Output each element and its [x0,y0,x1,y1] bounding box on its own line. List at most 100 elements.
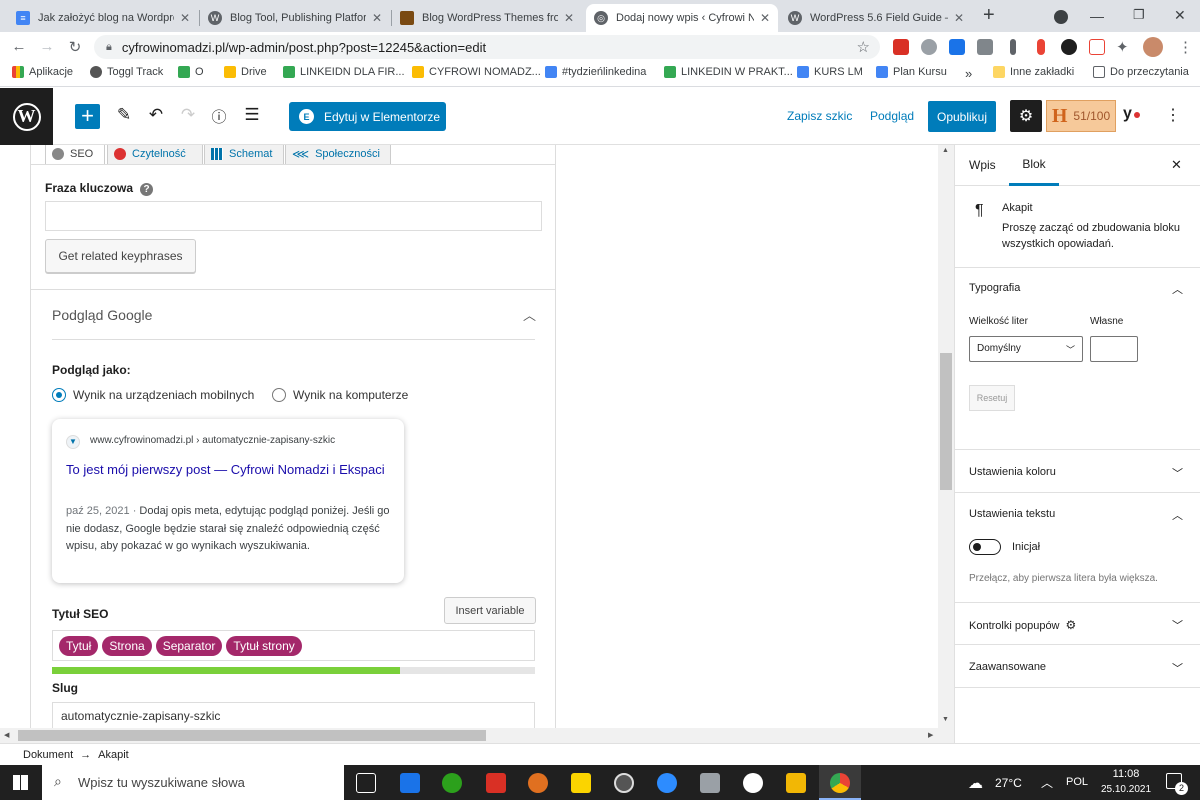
close-window-icon[interactable]: ✕ [1174,7,1186,24]
bookmark-item[interactable]: KURS LM [797,66,863,78]
chevron-down-icon[interactable]: ﹀ [1172,660,1183,676]
list-view-icon[interactable]: ☰ [240,105,264,125]
file-explorer-icon[interactable] [786,773,806,793]
help-icon[interactable]: ? [140,183,154,196]
close-sidebar-icon[interactable]: ✕ [1171,157,1182,173]
obs-icon[interactable] [614,773,634,793]
back-icon[interactable]: ← [10,38,28,55]
tab-post[interactable]: Wpis [969,158,996,172]
related-keyphrases-button[interactable]: Get related keyphrases [45,239,196,273]
edit-with-elementor-button[interactable]: E Edytuj w Elementorze [289,102,446,131]
browser-tab[interactable]: ≡ Jak założyć blog na Wordpress ✕ [8,4,198,32]
tab-seo[interactable]: SEO [45,145,105,165]
clock-date[interactable]: 25.10.2021 [1097,784,1155,795]
bookmark-item[interactable]: LINKEDIN W PRAKT... [664,66,793,78]
extension-icon[interactable] [977,39,993,55]
more-options-icon[interactable]: ⋮ [1165,105,1181,125]
browser-tab-active[interactable]: ◎ Dodaj nowy wpis ‹ Cyfrowi N ✕ [586,4,778,32]
breadcrumb-document[interactable]: Dokument [23,749,73,761]
title-variable-pill[interactable]: Tytuł [59,636,99,656]
taskbar-search[interactable]: ⌕ Wpisz tu wyszukiwane słowa [42,765,344,800]
yoast-icon[interactable]: y [1123,105,1140,123]
zoom-icon[interactable] [657,773,677,793]
language-indicator[interactable]: POL [1066,776,1088,788]
popup-controls-panel[interactable]: Kontrolki popupów ⚙ ﹀ [955,603,1200,645]
scroll-right-icon[interactable]: ▶ [928,731,933,739]
scrollbar-thumb[interactable] [18,730,486,741]
bookmark-item[interactable]: CYFROWI NOMADZ... [412,66,541,78]
clock-icon[interactable] [1061,39,1077,55]
editor-horizontal-scrollbar[interactable]: ◀ ▶ [0,728,954,743]
editor-vertical-scrollbar[interactable]: ▲ ▼ [938,145,954,728]
browser-tab[interactable]: Blog WordPress Themes from ✕ [392,4,582,32]
redo-icon[interactable]: ↷ [176,105,200,125]
chrome-taskbar-button[interactable] [819,765,861,800]
url-field[interactable]: 🔒︎ cyfrowinomadzi.pl/wp-admin/post.php?p… [94,35,880,59]
desktop-radio[interactable]: Wynik na komputerze [272,388,408,402]
browser-tab[interactable]: W Blog Tool, Publishing Platform ✕ [200,4,390,32]
scrollbar-thumb[interactable] [940,353,952,490]
windows-start-icon[interactable] [13,775,28,790]
chevron-up-icon[interactable]: ︿ [1172,281,1183,297]
title-variable-pill[interactable]: Tytuł strony [226,636,302,656]
reading-list[interactable]: Do przeczytania [1093,66,1189,78]
bookmark-item[interactable]: Plan Kursu [876,66,947,78]
extension-icon[interactable] [893,39,909,55]
add-block-button[interactable]: + [75,104,100,129]
bookmark-item[interactable]: LINKEIDN DLA FIR... [283,66,405,78]
insert-variable-button[interactable]: Insert variable [444,597,536,624]
extension-icon[interactable] [921,39,937,55]
tab-search-icon[interactable] [1054,10,1068,24]
acrobat-icon[interactable] [486,773,506,793]
close-tab-icon[interactable]: ✕ [564,11,574,25]
scroll-down-icon[interactable]: ▼ [942,716,949,723]
bookmark-item[interactable]: Toggl Track [90,66,163,78]
browser-menu-icon[interactable]: ⋮ [1178,38,1193,56]
clock-time[interactable]: 11:08 [1110,768,1142,780]
new-tab-button[interactable]: + [983,4,995,27]
chevron-down-icon[interactable]: ﹀ [1172,617,1183,633]
save-draft-button[interactable]: Zapisz szkic [787,109,852,123]
pencil-tools-icon[interactable]: ✎ [112,105,136,125]
seo-title-editor[interactable]: Tytuł Strona Separator Tytuł strony [52,630,535,661]
browser-tab[interactable]: W WordPress 5.6 Field Guide – M ✕ [780,4,972,32]
chevron-up-icon[interactable]: ︿ [1172,507,1183,523]
tab-social[interactable]: ⋘ Społeczności [285,145,391,165]
undo-icon[interactable]: ↶ [144,105,168,125]
color-settings-panel[interactable]: Ustawienia koloru ﹀ [955,450,1200,493]
preview-button[interactable]: Podgląd [870,109,914,123]
bookmark-star-icon[interactable]: ☆ [857,38,870,56]
notifications-icon[interactable]: 2 [1166,773,1188,795]
tray-chevron-icon[interactable]: ︿ [1041,774,1053,791]
close-tab-icon[interactable]: ✕ [760,11,770,25]
chevron-down-icon[interactable]: ﹀ [1172,465,1183,481]
bookmark-item[interactable]: #tydzieńlinkedina [545,66,646,78]
close-tab-icon[interactable]: ✕ [372,11,382,25]
printer-icon[interactable] [700,773,720,793]
reload-icon[interactable]: ↻ [66,38,84,56]
profile-avatar[interactable] [1143,37,1163,57]
weather-temperature[interactable]: 27°C [995,776,1022,790]
reset-button[interactable]: Resetuj [969,385,1015,411]
calendar-icon[interactable] [400,773,420,793]
tab-schema[interactable]: Schemat [204,145,284,165]
bookmark-item[interactable]: O [178,66,204,78]
extension-icon[interactable] [1089,39,1105,55]
color-settings-heading[interactable]: Ustawienia koloru [969,466,1056,478]
other-bookmarks[interactable]: Inne zakładki [993,66,1074,78]
settings-gear-icon[interactable]: ⚙ [1010,100,1042,132]
keyphrase-input[interactable] [45,201,542,231]
custom-size-input[interactable] [1090,336,1138,362]
close-tab-icon[interactable]: ✕ [180,11,190,25]
restore-icon[interactable]: ❐ [1133,7,1145,23]
record-icon[interactable] [743,773,763,793]
mobile-radio[interactable]: Wynik na urządzeniach mobilnych [52,388,254,402]
advanced-panel[interactable]: Zaawansowane ﹀ [955,645,1200,688]
microphone-icon[interactable] [1037,39,1045,55]
title-variable-pill[interactable]: Strona [102,636,152,656]
google-preview-heading[interactable]: Podgląd Google [52,307,152,323]
headline-score-button[interactable]: H 51/100 [1046,100,1116,132]
quickbooks-icon[interactable] [442,773,462,793]
wordpress-logo-button[interactable]: W [0,88,53,145]
weather-cloud-icon[interactable]: ☁ [968,774,983,792]
